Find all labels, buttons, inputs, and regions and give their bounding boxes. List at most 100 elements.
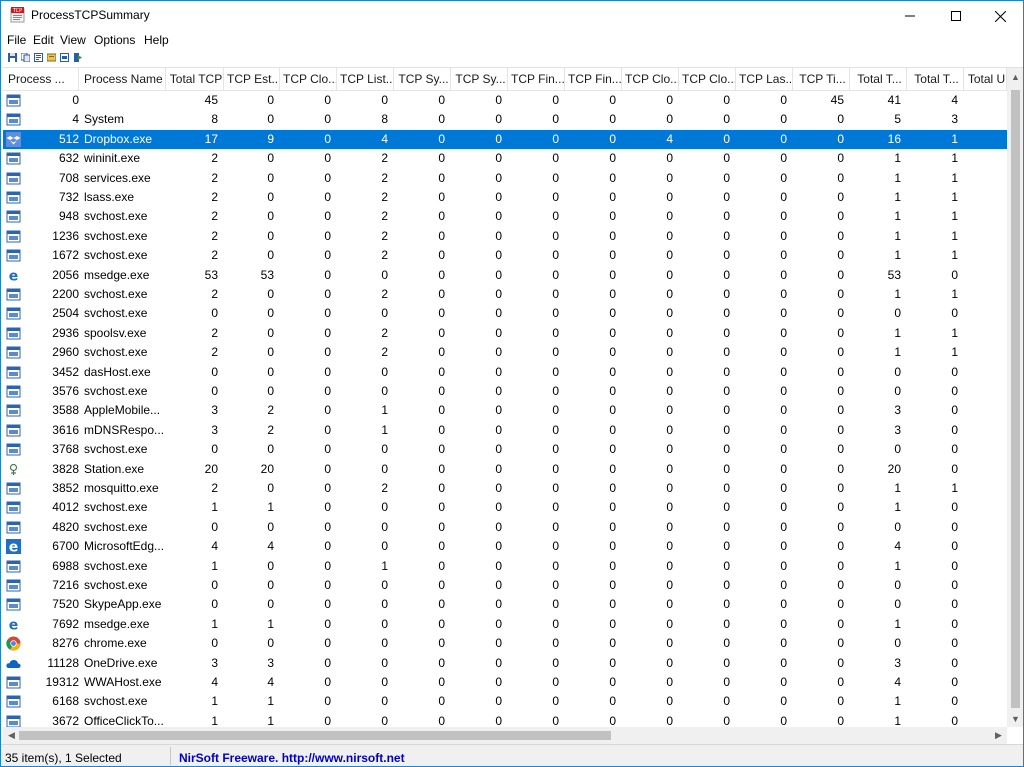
table-row[interactable]: e 2056 msedge.exe 53 53 0 0 0 0 0 0 0 0 0 0 53 0 xyxy=(3,266,1007,285)
column-header-12[interactable]: TCP Las... xyxy=(736,68,793,90)
table-row[interactable]: 3828 Station.exe 20 20 0 0 0 0 0 0 0 0 0 0 20 0 xyxy=(3,460,1007,479)
table-row[interactable]: 632 wininit.exe 2 0 0 2 0 0 0 0 0 0 0 0 1 1 xyxy=(3,149,1007,168)
table-row[interactable]: 3588 AppleMobile... 3 2 0 1 0 0 0 0 0 0 0 0 3 0 xyxy=(3,401,1007,420)
table-row[interactable]: 2200 svchost.exe 2 0 0 2 0 0 0 0 0 0 0 0 1 1 xyxy=(3,285,1007,304)
column-header-2[interactable]: Total TCP xyxy=(166,68,224,90)
table-row[interactable]: 1672 svchost.exe 2 0 0 2 0 0 0 0 0 0 0 0 1 1 xyxy=(3,246,1007,265)
table-row[interactable]: 732 lsass.exe 2 0 0 2 0 0 0 0 0 0 0 0 1 1 xyxy=(3,188,1007,207)
save-icon[interactable] xyxy=(8,53,17,62)
vertical-scrollbar[interactable]: ▲ ▼ xyxy=(1007,68,1023,727)
table-row[interactable]: 11128 OneDrive.exe 3 3 0 0 0 0 0 0 0 0 0 0 3 0 xyxy=(3,654,1007,673)
generic-app-icon xyxy=(6,482,21,495)
table-row[interactable]: 3768 svchost.exe 0 0 0 0 0 0 0 0 0 0 0 0 0 0 xyxy=(3,440,1007,459)
cell-value: 4 xyxy=(894,539,901,554)
table-row[interactable]: 708 services.exe 2 0 0 2 0 0 0 0 0 0 0 0 1 1 xyxy=(3,169,1007,188)
vertical-scroll-thumb[interactable] xyxy=(1011,90,1020,708)
table-row[interactable]: 2960 svchost.exe 2 0 0 2 0 0 0 0 0 0 0 0 1 1 xyxy=(3,343,1007,362)
table-row[interactable]: 4820 svchost.exe 0 0 0 0 0 0 0 0 0 0 0 0 0 0 xyxy=(3,518,1007,537)
table-row[interactable]: 7216 svchost.exe 0 0 0 0 0 0 0 0 0 0 0 0 0 0 xyxy=(3,576,1007,595)
cell-value: 0 xyxy=(495,170,502,185)
column-header-5[interactable]: TCP List... xyxy=(337,68,394,90)
column-header-9[interactable]: TCP Fin... xyxy=(565,68,622,90)
process-list[interactable]: Process ... Process Name Total TCP TCP Est.… xyxy=(3,67,1023,744)
table-row[interactable]: 0 45 0 0 0 0 0 0 0 0 0 0 45 41 4 xyxy=(3,91,1007,110)
cell-value: 0 xyxy=(609,636,616,651)
table-row[interactable]: 3452 dasHost.exe 0 0 0 0 0 0 0 0 0 0 0 0 0 0 xyxy=(3,363,1007,382)
menu-file[interactable]: File xyxy=(7,33,26,47)
column-header-11[interactable]: TCP Clo... xyxy=(679,68,736,90)
column-header-3[interactable]: TCP Est... xyxy=(224,68,280,90)
menu-options[interactable]: Options xyxy=(94,33,135,47)
cell-value: 0 xyxy=(723,248,730,263)
cell-value: 0 xyxy=(552,151,559,166)
column-header-6[interactable]: TCP Sy... xyxy=(394,68,451,90)
scroll-down-icon[interactable]: ▼ xyxy=(1007,710,1023,727)
table-row[interactable]: 4 System 8 0 0 8 0 0 0 0 0 0 0 0 5 3 xyxy=(3,110,1007,129)
cell-value: 0 xyxy=(495,131,502,146)
close-button[interactable] xyxy=(977,1,1023,31)
cell-value: 0 xyxy=(267,151,274,166)
generic-app-icon xyxy=(6,715,21,727)
column-header-10[interactable]: TCP Clo... xyxy=(622,68,679,90)
cell-value: 2 xyxy=(211,209,218,224)
column-header-7[interactable]: TCP Sy... xyxy=(451,68,508,90)
minimize-button[interactable] xyxy=(887,1,933,31)
cell-value: 0 xyxy=(438,93,445,107)
edge-icon: e xyxy=(6,616,21,632)
column-header-8[interactable]: TCP Fin... xyxy=(508,68,565,90)
table-row[interactable]: 19312 WWAHost.exe 4 4 0 0 0 0 0 0 0 0 0 0 4 0 xyxy=(3,673,1007,692)
refresh-icon[interactable] xyxy=(60,53,69,62)
generic-app-icon xyxy=(6,327,21,340)
table-row[interactable]: 3576 svchost.exe 0 0 0 0 0 0 0 0 0 0 0 0 0 0 xyxy=(3,382,1007,401)
table-row[interactable]: 4012 svchost.exe 1 1 0 0 0 0 0 0 0 0 0 0 1 0 xyxy=(3,498,1007,517)
table-row[interactable]: 6988 svchost.exe 1 0 0 1 0 0 0 0 0 0 0 0 1 0 xyxy=(3,557,1007,576)
title-bar[interactable]: TCP ProcessTCPSummary xyxy=(1,1,1023,31)
table-row[interactable]: 2936 spoolsv.exe 2 0 0 2 0 0 0 0 0 0 0 0 1 1 xyxy=(3,324,1007,343)
column-header-14[interactable]: Total T... xyxy=(850,68,907,90)
table-row[interactable]: 2504 svchost.exe 0 0 0 0 0 0 0 0 0 0 0 0 0 0 xyxy=(3,304,1007,323)
scroll-up-icon[interactable]: ▲ xyxy=(1007,68,1023,85)
menu-view[interactable]: View xyxy=(60,33,86,47)
table-row[interactable]: 3672 OfficeClickTo... 1 1 0 0 0 0 0 0 0 0 0 0 1 0 xyxy=(3,712,1007,727)
table-row[interactable]: 948 svchost.exe 2 0 0 2 0 0 0 0 0 0 0 0 1 1 xyxy=(3,207,1007,226)
maximize-button[interactable] xyxy=(933,1,979,31)
table-row-selected[interactable]: 512 Dropbox.exe 17 9 0 4 0 0 0 0 4 0 0 0 16 1 xyxy=(3,129,1007,150)
cell-value: 0 xyxy=(438,170,445,185)
nirsoft-link[interactable]: NirSoft Freeware. http://www.nirsoft.net xyxy=(179,751,405,765)
column-header-0[interactable]: Process ... xyxy=(3,68,79,90)
cell-value: 0 xyxy=(438,267,445,282)
scroll-right-icon[interactable]: ▶ xyxy=(990,727,1007,744)
scroll-left-icon[interactable]: ◀ xyxy=(3,727,20,744)
column-header-1[interactable]: Process Name xyxy=(79,68,166,90)
column-header-16[interactable]: Total U xyxy=(964,68,1007,90)
column-header-15[interactable]: Total T... xyxy=(907,68,964,90)
table-row[interactable]: e 6700 MicrosoftEdg... 4 4 0 0 0 0 0 0 0 0 0 0 4 0 xyxy=(3,537,1007,556)
cell-process-id: 2056 xyxy=(52,267,79,282)
cell-process-id: 6168 xyxy=(52,694,79,709)
cell-value: 0 xyxy=(780,248,787,263)
table-row[interactable]: 3852 mosquitto.exe 2 0 0 2 0 0 0 0 0 0 0 0 1 1 xyxy=(3,479,1007,498)
horizontal-scroll-thumb[interactable] xyxy=(19,731,611,740)
menu-edit[interactable]: Edit xyxy=(33,33,54,47)
menu-help[interactable]: Help xyxy=(144,33,169,47)
horizontal-scrollbar[interactable]: ◀ ▶ xyxy=(3,727,1007,744)
app-icon: TCP xyxy=(10,7,25,23)
table-row[interactable]: 7520 SkypeApp.exe 0 0 0 0 0 0 0 0 0 0 0 0 0 0 xyxy=(3,595,1007,614)
properties-icon[interactable] xyxy=(47,53,56,62)
column-header-4[interactable]: TCP Clo... xyxy=(280,68,337,90)
table-row[interactable]: 3616 mDNSRespo... 3 2 0 1 0 0 0 0 0 0 0 0 3 0 xyxy=(3,421,1007,440)
toolbar xyxy=(1,51,1023,66)
cell-value: 0 xyxy=(609,228,616,243)
table-row[interactable]: 6168 svchost.exe 1 1 0 0 0 0 0 0 0 0 0 0 1 0 xyxy=(3,692,1007,711)
html-report-icon[interactable] xyxy=(34,53,43,62)
cell-value: 0 xyxy=(381,500,388,515)
table-row[interactable]: 8276 chrome.exe 0 0 0 0 0 0 0 0 0 0 0 0 0 0 xyxy=(3,634,1007,653)
cell-value: 0 xyxy=(267,248,274,263)
table-row[interactable]: e 7692 msedge.exe 1 1 0 0 0 0 0 0 0 0 0 0 1 0 xyxy=(3,615,1007,634)
exit-icon[interactable] xyxy=(73,53,82,62)
cell-value: 0 xyxy=(211,578,218,592)
table-row[interactable]: 1236 svchost.exe 2 0 0 2 0 0 0 0 0 0 0 0 1 1 xyxy=(3,227,1007,246)
column-header-13[interactable]: TCP Ti... xyxy=(793,68,850,90)
cell-value: 0 xyxy=(438,151,445,166)
copy-icon[interactable] xyxy=(21,53,30,62)
